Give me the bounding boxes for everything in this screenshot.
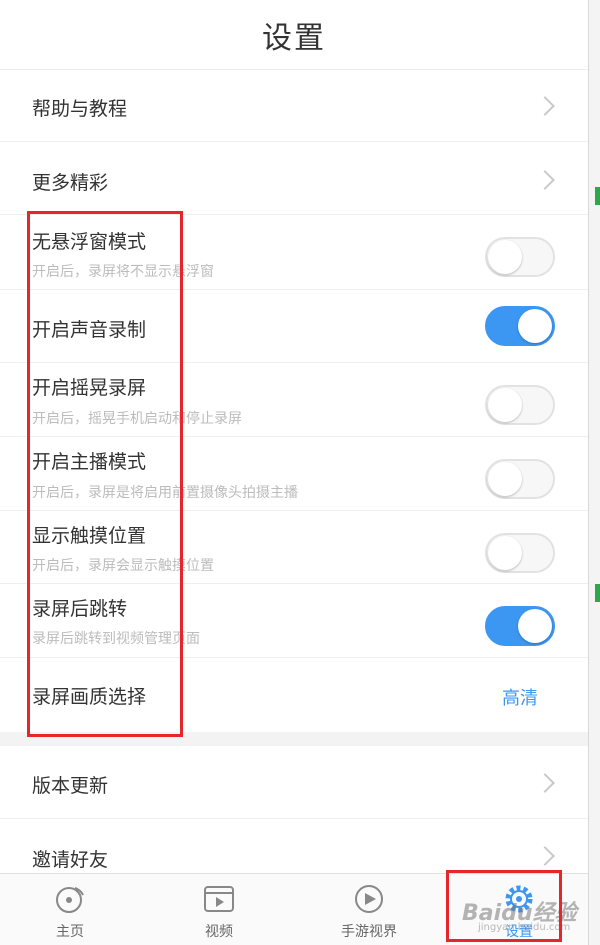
header: 设置 [0, 0, 588, 70]
sound-record-toggle[interactable] [485, 306, 555, 346]
strip-mark [595, 584, 600, 602]
setting-description: 开启后，录屏会显示触摸位置 [32, 558, 214, 574]
page-title: 设置 [262, 20, 326, 56]
setting-description: 录屏后跳转到视频管理页面 [32, 631, 200, 647]
chevron-right-icon [535, 170, 555, 190]
no-float-window-toggle[interactable] [485, 237, 555, 277]
toggle-knob [488, 388, 522, 422]
shake-record-toggle[interactable] [485, 385, 555, 425]
tab-video[interactable]: 视频 [164, 874, 274, 945]
toggle-knob [488, 536, 522, 570]
setting-label: 录屏画质选择 [32, 686, 147, 708]
video-icon [204, 886, 234, 912]
setting-description: 开启后，录屏将不显示悬浮窗 [32, 264, 214, 280]
tab-label: 主页 [56, 924, 84, 940]
setting-label: 开启声音录制 [32, 319, 147, 341]
toggle-knob [518, 309, 552, 343]
tab-home[interactable]: 主页 [15, 874, 125, 945]
setting-label: 显示触摸位置 [32, 525, 147, 547]
quality-value[interactable]: 高清 [502, 684, 538, 710]
setting-row-streamer-mode: 开启主播模式 开启后，录屏是将启用前置摄像头拍摄主播 [0, 437, 588, 511]
jump-after-record-toggle[interactable] [485, 606, 555, 646]
chevron-right-icon [535, 773, 555, 793]
toggle-knob [488, 240, 522, 274]
adjacent-window-edge [588, 0, 600, 945]
setting-label: 无悬浮窗模式 [32, 231, 147, 253]
setting-row-show-touches: 显示触摸位置 开启后，录屏会显示触摸位置 [0, 511, 588, 584]
tab-label: 手游视界 [341, 924, 397, 940]
menu-item-help[interactable]: 帮助与教程 [0, 70, 588, 142]
setting-label: 录屏后跳转 [32, 598, 128, 620]
settings-screen: 设置 帮助与教程 更多精彩 无悬浮窗模式 开启后，录屏将不显示悬浮窗 开启声音录… [0, 0, 588, 945]
watermark-url: jingyan.baidu.com [478, 922, 571, 933]
setting-row-no-float-window: 无悬浮窗模式 开启后，录屏将不显示悬浮窗 [0, 215, 588, 290]
setting-row-sound-record: 开启声音录制 [0, 290, 588, 363]
toggle-knob [518, 609, 552, 643]
menu-item-invite-friends[interactable]: 邀请好友 [0, 819, 588, 873]
menu-item-label: 更多精彩 [32, 172, 109, 194]
setting-row-shake-record: 开启摇晃录屏 开启后，摇晃手机启动和停止录屏 [0, 363, 588, 437]
setting-label: 开启摇晃录屏 [32, 377, 147, 399]
show-touches-toggle[interactable] [485, 533, 555, 573]
menu-item-label: 帮助与教程 [32, 98, 128, 120]
section-divider [0, 732, 588, 746]
streamer-mode-toggle[interactable] [485, 459, 555, 499]
strip-mark [595, 187, 600, 205]
setting-label: 开启主播模式 [32, 451, 147, 473]
play-icon [355, 885, 383, 913]
setting-row-jump-after-record: 录屏后跳转 录屏后跳转到视频管理页面 [0, 584, 588, 658]
toggle-knob [488, 462, 522, 496]
chevron-right-icon [535, 846, 555, 866]
chevron-right-icon [535, 96, 555, 116]
setting-row-quality[interactable]: 录屏画质选择 高清 [0, 658, 588, 732]
tab-label: 视频 [205, 924, 233, 940]
menu-item-more[interactable]: 更多精彩 [0, 142, 588, 215]
menu-item-version-update[interactable]: 版本更新 [0, 746, 588, 819]
menu-item-label: 版本更新 [32, 775, 109, 797]
menu-item-label: 邀请好友 [32, 849, 109, 871]
home-record-icon [56, 887, 84, 913]
setting-description: 开启后，录屏是将启用前置摄像头拍摄主播 [32, 485, 298, 501]
tab-game-vision[interactable]: 手游视界 [314, 874, 424, 945]
setting-description: 开启后，摇晃手机启动和停止录屏 [32, 411, 242, 427]
